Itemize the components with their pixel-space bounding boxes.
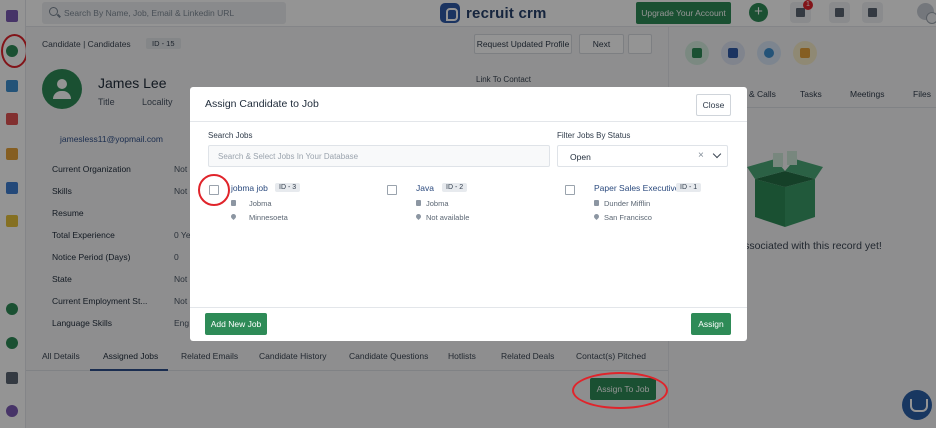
job-checkbox[interactable]: [387, 185, 397, 195]
assign-to-job-highlight-circle: [572, 372, 668, 409]
close-button[interactable]: Close: [696, 94, 731, 116]
job-option: Paper Sales Executive ID - 1 Dunder Miff…: [565, 181, 735, 227]
clear-icon[interactable]: ×: [698, 150, 704, 161]
company-icon: [416, 200, 421, 206]
job-option: Java ID - 2 Jobma Not available: [387, 181, 547, 227]
job-location: Not available: [426, 213, 470, 222]
company-icon: [231, 200, 236, 206]
status-filter-value: Open: [570, 152, 591, 162]
checkbox-highlight-circle: [198, 174, 230, 206]
modal-footer: [190, 307, 747, 341]
status-filter-select[interactable]: Open ×: [557, 145, 728, 167]
location-pin-icon: [229, 212, 238, 221]
job-location: San Francisco: [604, 213, 652, 222]
chevron-down-icon[interactable]: [712, 149, 722, 159]
job-title[interactable]: jobma job: [231, 183, 268, 193]
search-jobs-label: Search Jobs: [208, 131, 253, 140]
company-icon: [594, 200, 599, 206]
job-id-badge: ID - 3: [275, 183, 301, 192]
assign-button[interactable]: Assign: [691, 313, 731, 335]
add-new-job-button[interactable]: Add New Job: [205, 313, 267, 335]
location-pin-icon: [592, 212, 601, 221]
job-id-badge: ID - 1: [676, 183, 702, 192]
assign-candidate-modal: Assign Candidate to Job Close Search Job…: [190, 87, 747, 341]
job-search-placeholder: Search & Select Jobs In Your Database: [218, 152, 359, 161]
job-company: Jobma: [249, 199, 272, 208]
modal-header: Assign Candidate to Job Close: [190, 87, 747, 122]
job-title[interactable]: Java: [416, 183, 434, 193]
job-company: Dunder Mifflin: [604, 199, 651, 208]
job-search-input[interactable]: Search & Select Jobs In Your Database: [208, 145, 550, 167]
job-checkbox[interactable]: [565, 185, 575, 195]
modal-title: Assign Candidate to Job: [205, 98, 319, 110]
job-location: Minnesoeta: [249, 213, 288, 222]
location-pin-icon: [414, 212, 423, 221]
job-id-badge: ID - 2: [442, 183, 468, 192]
filter-status-label: Filter Jobs By Status: [557, 131, 631, 140]
job-title[interactable]: Paper Sales Executive: [594, 183, 680, 193]
job-option: jobma job ID - 3 Jobma Minnesoeta: [209, 181, 369, 227]
job-company: Jobma: [426, 199, 449, 208]
